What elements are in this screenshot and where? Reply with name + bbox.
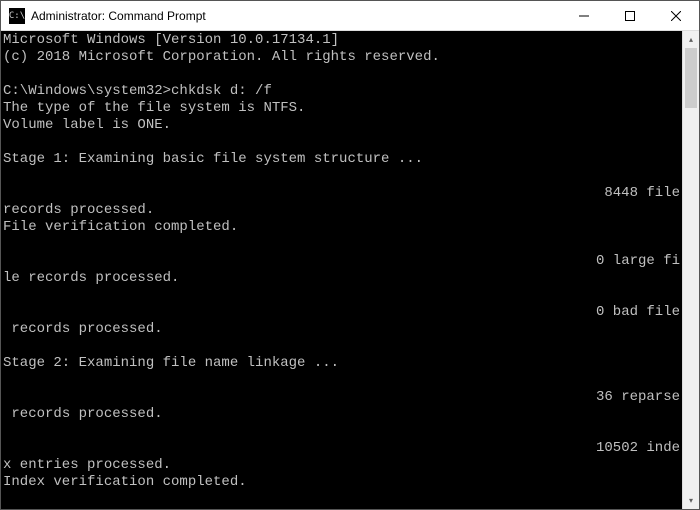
line: 0 bad file [3,304,680,321]
line: records processed. [3,406,163,422]
scroll-down-arrow-icon[interactable]: ▾ [683,492,699,509]
prompt-line: C:\Windows\system32>chkdsk d: /f [3,83,272,99]
line: 8448 file [3,185,680,202]
line: The type of the file system is NTFS. [3,100,305,116]
line: Stage 2: Examining file name linkage ... [3,355,339,371]
scroll-up-arrow-icon[interactable]: ▴ [683,31,699,48]
line: Stage 1: Examining basic file system str… [3,151,423,167]
cmd-icon: C:\ [9,8,25,24]
line: 10502 inde [3,440,680,457]
vertical-scrollbar[interactable]: ▴ ▾ [682,31,699,509]
line: Microsoft Windows [Version 10.0.17134.1] [3,32,339,48]
scroll-thumb[interactable] [685,48,697,108]
line: Volume label is ONE. [3,117,171,133]
terminal-output[interactable]: Microsoft Windows [Version 10.0.17134.1]… [1,31,682,509]
titlebar[interactable]: C:\ Administrator: Command Prompt [1,1,699,31]
minimize-button[interactable] [561,1,607,30]
maximize-button[interactable] [607,1,653,30]
line: le records processed. [3,270,179,286]
line: File verification completed. [3,219,238,235]
line: records processed. [3,202,154,218]
cmd-window: C:\ Administrator: Command Prompt Micros… [0,0,700,510]
line: 0 unindexe [3,508,680,509]
close-button[interactable] [653,1,699,30]
line: 36 reparse [3,389,680,406]
window-controls [561,1,699,30]
window-title: Administrator: Command Prompt [31,9,561,23]
line: Index verification completed. [3,474,247,490]
client-area: Microsoft Windows [Version 10.0.17134.1]… [1,31,699,509]
line: 0 large fi [3,253,680,270]
line: (c) 2018 Microsoft Corporation. All righ… [3,49,440,65]
line: x entries processed. [3,457,171,473]
line: records processed. [3,321,163,337]
